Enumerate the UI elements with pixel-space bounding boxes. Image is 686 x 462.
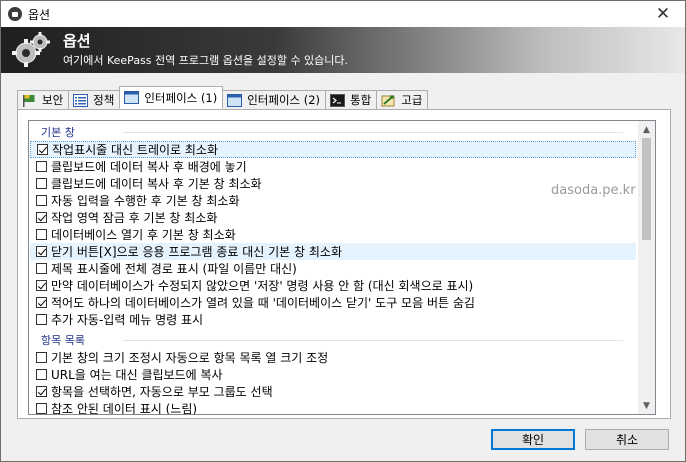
- banner-subtitle: 여기에서 KeePass 전역 프로그램 옵션을 설정할 수 있습니다.: [63, 54, 349, 67]
- interface-window-icon: [227, 93, 243, 107]
- group-divider: [123, 132, 623, 133]
- scrollbar-thumb[interactable]: [642, 138, 651, 240]
- banner-heading: 옵션: [63, 32, 91, 50]
- list-item-label: 작업 영역 잠금 후 기본 창 최소화: [51, 211, 218, 225]
- integration-console-icon: [330, 93, 346, 107]
- group-header-entry-list: 항목 목록: [41, 332, 623, 348]
- tab-interface-1-label: 인터페이스 (1): [144, 90, 218, 105]
- group-header-main-window: 기본 창: [41, 124, 623, 140]
- group-header-label: 기본 창: [41, 126, 75, 139]
- scroll-down-icon[interactable]: ▼: [638, 397, 655, 414]
- list-item[interactable]: 데이터베이스 열기 후 기본 창 최소화: [30, 226, 636, 243]
- header-banner: 옵션 여기에서 KeePass 전역 프로그램 옵션을 설정할 수 있습니다.: [1, 27, 685, 73]
- list-item[interactable]: 작업표시줄 대신 트레이로 최소화: [30, 141, 636, 158]
- list-item[interactable]: 닫기 버튼[X]으로 응용 프로그램 종료 대신 기본 창 최소화: [30, 243, 636, 260]
- tab-policy-label: 정책: [93, 93, 115, 107]
- ok-button[interactable]: 확인: [491, 429, 575, 450]
- list-item[interactable]: 만약 데이터베이스가 수정되지 않았으면 '저장' 명령 사용 안 함 (대신 …: [30, 277, 636, 294]
- list-item-label: 참조 안된 데이터 표시 (느림): [51, 402, 198, 415]
- window-title: 옵션: [28, 7, 51, 22]
- options-checklist[interactable]: 기본 창 작업표시줄 대신 트레이로 최소화 클립보드에 데이터 복사 후 배경…: [28, 120, 656, 415]
- security-flag-icon: [23, 94, 35, 107]
- tab-security[interactable]: 보안: [17, 90, 70, 109]
- tab-panel-interface-1: 기본 창 작업표시줄 대신 트레이로 최소화 클립보드에 데이터 복사 후 배경…: [17, 109, 671, 419]
- checkbox[interactable]: [36, 403, 47, 414]
- close-button[interactable]: ✕: [641, 1, 685, 27]
- list-item-label: 클립보드에 데이터 복사 후 배경에 놓기: [51, 160, 247, 174]
- tab-interface-2[interactable]: 인터페이스 (2): [222, 90, 327, 109]
- watermark-text: dasoda.pe.kr: [551, 183, 636, 198]
- cancel-button[interactable]: 취소: [585, 429, 669, 450]
- checkbox[interactable]: [37, 144, 48, 155]
- options-dialog: 옵션 ✕ 옵션 여기에서 KeePass 전역 프로그램 옵션을 설정할 수 있…: [0, 0, 686, 462]
- checkbox[interactable]: [36, 263, 47, 274]
- policy-list-icon: [73, 93, 89, 107]
- list-item[interactable]: 항목을 선택하면, 자동으로 부모 그룹도 선택: [30, 383, 636, 400]
- checkbox[interactable]: [36, 386, 47, 397]
- gears-icon: [12, 32, 50, 67]
- list-item-label: 제목 표시줄에 전체 경로 표시 (파일 이름만 대신): [51, 262, 297, 276]
- list-item-label: 추가 자동-입력 메뉴 명령 표시: [51, 313, 204, 327]
- list-item-label: 데이터베이스 열기 후 기본 창 최소화: [51, 228, 236, 242]
- list-item[interactable]: URL을 여는 대신 클립보드에 복사: [30, 366, 636, 383]
- tab-strip: 보안 정책 인터페이스 (1) 인터페이스 (2) 통합 고급: [17, 86, 429, 109]
- list-item-label: 기본 창의 크기 조정시 자동으로 항목 목록 열 크기 조정: [51, 351, 329, 365]
- tab-advanced[interactable]: 고급: [376, 90, 429, 109]
- tab-security-label: 보안: [42, 93, 64, 107]
- checkbox[interactable]: [36, 212, 47, 223]
- list-item-label: 만약 데이터베이스가 수정되지 않았으면 '저장' 명령 사용 안 함 (대신 …: [51, 279, 474, 293]
- group-header-label: 항목 목록: [41, 334, 85, 347]
- checkbox[interactable]: [36, 161, 47, 172]
- list-item[interactable]: 기본 창의 크기 조정시 자동으로 항목 목록 열 크기 조정: [30, 349, 636, 366]
- checkbox[interactable]: [36, 178, 47, 189]
- interface-window-icon: [124, 91, 140, 104]
- list-item[interactable]: 클립보드에 데이터 복사 후 배경에 놓기: [30, 158, 636, 175]
- title-bar: 옵션 ✕: [1, 1, 685, 27]
- scroll-up-icon[interactable]: ▲: [638, 121, 655, 138]
- group-divider: [123, 340, 623, 341]
- advanced-tools-icon: [381, 94, 395, 106]
- tab-interface-1[interactable]: 인터페이스 (1): [119, 86, 224, 109]
- list-item-label: 클립보드에 데이터 복사 후 기본 창 최소화: [51, 177, 262, 191]
- tab-interface-2-label: 인터페이스 (2): [247, 93, 321, 107]
- list-item-label: URL을 여는 대신 클립보드에 복사: [51, 368, 223, 382]
- list-item[interactable]: 제목 표시줄에 전체 경로 표시 (파일 이름만 대신): [30, 260, 636, 277]
- tab-integration-label: 통합: [350, 93, 372, 107]
- list-item[interactable]: 적어도 하나의 데이터베이스가 열려 있을 때 '데이터베이스 닫기' 도구 모…: [30, 294, 636, 311]
- tab-advanced-label: 고급: [401, 93, 423, 107]
- checkbox[interactable]: [36, 246, 47, 257]
- list-item[interactable]: 클립보드에 데이터 복사 후 기본 창 최소화: [30, 175, 636, 192]
- list-item[interactable]: 참조 안된 데이터 표시 (느림): [30, 400, 636, 415]
- checkbox[interactable]: [36, 229, 47, 240]
- list-item[interactable]: 추가 자동-입력 메뉴 명령 표시: [30, 311, 636, 328]
- checkbox[interactable]: [36, 352, 47, 363]
- keepass-lock-icon: [8, 7, 22, 21]
- checkbox[interactable]: [36, 369, 47, 380]
- checkbox[interactable]: [36, 280, 47, 291]
- checkbox[interactable]: [36, 314, 47, 325]
- list-item[interactable]: 자동 입력을 수행한 후 기본 창 최소화: [30, 192, 636, 209]
- list-item[interactable]: 작업 영역 잠금 후 기본 창 최소화: [30, 209, 636, 226]
- list-item-label: 적어도 하나의 데이터베이스가 열려 있을 때 '데이터베이스 닫기' 도구 모…: [51, 296, 475, 310]
- checkbox[interactable]: [36, 195, 47, 206]
- vertical-scrollbar[interactable]: ▲ ▼: [638, 121, 655, 414]
- tab-policy[interactable]: 정책: [68, 90, 121, 109]
- list-item-label: 닫기 버튼[X]으로 응용 프로그램 종료 대신 기본 창 최소화: [51, 245, 342, 259]
- checkbox[interactable]: [36, 297, 47, 308]
- list-item-label: 자동 입력을 수행한 후 기본 창 최소화: [51, 194, 240, 208]
- list-item-label: 항목을 선택하면, 자동으로 부모 그룹도 선택: [51, 385, 273, 399]
- tab-integration[interactable]: 통합: [325, 90, 378, 109]
- list-item-label: 작업표시줄 대신 트레이로 최소화: [52, 143, 219, 157]
